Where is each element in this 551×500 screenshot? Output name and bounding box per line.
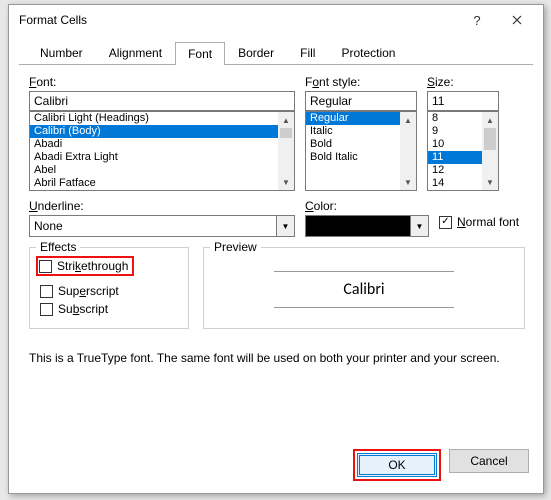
normal-font-checkbox[interactable]: ✓ Normal font <box>439 215 525 229</box>
scroll-thumb[interactable] <box>280 128 292 138</box>
strikethrough-checkbox[interactable]: Strikethrough <box>39 259 128 273</box>
scroll-down-icon[interactable]: ▼ <box>482 174 498 190</box>
size-input[interactable]: 11 <box>427 91 499 111</box>
scroll-up-icon[interactable]: ▲ <box>400 112 416 128</box>
close-button[interactable] <box>497 6 537 34</box>
size-option[interactable]: 12 <box>428 164 482 177</box>
help-button[interactable]: ? <box>457 6 497 34</box>
font-scrollbar[interactable]: ▲ ▼ <box>278 112 294 190</box>
tab-content: Font: Calibri Calibri Light (Headings) C… <box>9 65 543 365</box>
checkbox-icon <box>40 303 53 316</box>
scroll-thumb[interactable] <box>484 128 496 150</box>
preview-group: Preview Calibri <box>203 247 525 329</box>
tab-fill[interactable]: Fill <box>287 41 328 64</box>
tab-alignment[interactable]: Alignment <box>96 41 175 64</box>
size-scrollbar[interactable]: ▲ ▼ <box>482 112 498 190</box>
font-input[interactable]: Calibri <box>29 91 295 111</box>
normal-font-label: Normal font <box>457 215 519 229</box>
font-style-label: Font style: <box>305 75 417 89</box>
style-option[interactable]: Bold Italic <box>306 151 400 164</box>
font-option[interactable]: Abril Fatface <box>30 177 278 190</box>
cancel-button[interactable]: Cancel <box>449 449 529 473</box>
tab-font[interactable]: Font <box>175 42 225 65</box>
size-option[interactable]: 14 <box>428 177 482 190</box>
chevron-down-icon[interactable]: ▼ <box>411 215 429 237</box>
scroll-down-icon[interactable]: ▼ <box>400 174 416 190</box>
strikethrough-label: Strikethrough <box>57 259 128 273</box>
font-style-listbox[interactable]: Regular Italic Bold Bold Italic ▲ ▼ <box>305 111 417 191</box>
style-option[interactable]: Italic <box>306 125 400 138</box>
font-option[interactable]: Calibri (Body) <box>30 125 278 138</box>
font-option[interactable]: Abadi <box>30 138 278 151</box>
style-option[interactable]: Regular <box>306 112 400 125</box>
titlebar: Format Cells ? <box>9 5 543 35</box>
tab-number[interactable]: Number <box>27 41 96 64</box>
scroll-up-icon[interactable]: ▲ <box>278 112 294 128</box>
underline-combo[interactable]: None ▼ <box>29 215 295 237</box>
tab-border[interactable]: Border <box>225 41 287 64</box>
color-combo[interactable]: ▼ <box>305 215 429 237</box>
font-option[interactable]: Calibri Light (Headings) <box>30 112 278 125</box>
underline-label: Underline: <box>29 199 295 213</box>
scroll-up-icon[interactable]: ▲ <box>482 112 498 128</box>
style-scrollbar[interactable]: ▲ ▼ <box>400 112 416 190</box>
checkbox-icon <box>39 260 52 273</box>
checkbox-icon <box>40 285 53 298</box>
check-icon: ✓ <box>439 216 452 229</box>
tab-protection[interactable]: Protection <box>328 41 408 64</box>
color-label: Color: <box>305 199 429 213</box>
window-title: Format Cells <box>19 13 457 27</box>
color-swatch <box>305 215 411 237</box>
underline-value: None <box>29 215 277 237</box>
font-style-input[interactable]: Regular <box>305 91 417 111</box>
font-hint: This is a TrueType font. The same font w… <box>29 351 525 365</box>
font-listbox[interactable]: Calibri Light (Headings) Calibri (Body) … <box>29 111 295 191</box>
font-option[interactable]: Abadi Extra Light <box>30 151 278 164</box>
scroll-down-icon[interactable]: ▼ <box>278 174 294 190</box>
chevron-down-icon[interactable]: ▼ <box>277 215 295 237</box>
preview-sample: Calibri <box>274 271 454 308</box>
format-cells-dialog: Format Cells ? Number Alignment Font Bor… <box>8 4 544 494</box>
size-option[interactable]: 11 <box>428 151 482 164</box>
ok-button[interactable]: OK <box>357 453 437 477</box>
close-icon <box>512 15 522 25</box>
size-option[interactable]: 8 <box>428 112 482 125</box>
preview-legend: Preview <box>210 240 261 254</box>
size-listbox[interactable]: 8 9 10 11 12 14 ▲ ▼ <box>427 111 499 191</box>
style-option[interactable]: Bold <box>306 138 400 151</box>
subscript-label: Subscript <box>58 302 108 316</box>
size-label: Size: <box>427 75 499 89</box>
superscript-checkbox[interactable]: Superscript <box>40 284 178 298</box>
effects-legend: Effects <box>36 240 80 254</box>
font-label: Font: <box>29 75 295 89</box>
size-option[interactable]: 10 <box>428 138 482 151</box>
subscript-checkbox[interactable]: Subscript <box>40 302 178 316</box>
font-option[interactable]: Abel <box>30 164 278 177</box>
tab-strip: Number Alignment Font Border Fill Protec… <box>27 41 533 64</box>
superscript-label: Superscript <box>58 284 119 298</box>
size-option[interactable]: 9 <box>428 125 482 138</box>
effects-group: Effects Strikethrough Superscript Subscr… <box>29 247 189 329</box>
